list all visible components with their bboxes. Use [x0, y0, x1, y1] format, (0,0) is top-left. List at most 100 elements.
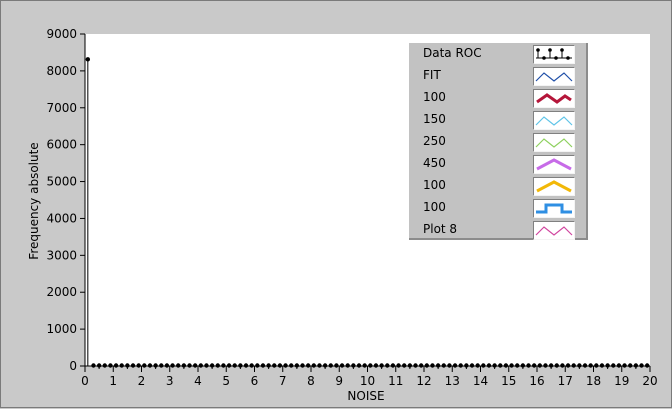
legend-item[interactable]: FIT [409, 65, 584, 87]
data-point [339, 363, 345, 368]
data-point [113, 363, 119, 368]
data-point [356, 363, 362, 368]
data-point [289, 363, 294, 368]
legend-item[interactable]: Data ROC [409, 43, 584, 65]
data-point [272, 363, 277, 368]
x-tick-label: 7 [279, 374, 287, 388]
data-point [582, 363, 588, 368]
data-point [204, 363, 209, 368]
data-point [385, 363, 390, 368]
data-point [424, 363, 430, 368]
data-point [605, 363, 610, 368]
data-point [209, 363, 215, 368]
data-point [543, 363, 548, 368]
x-tick-label: 6 [251, 374, 259, 388]
zigzag-icon[interactable] [533, 133, 575, 152]
data-point [464, 363, 469, 368]
zigzag-icon[interactable] [533, 221, 575, 240]
data-point [176, 363, 181, 368]
legend-item[interactable]: 100 [409, 197, 584, 219]
stem-icon[interactable] [533, 45, 575, 64]
data-point [125, 363, 130, 368]
legend-label: 150 [423, 112, 446, 126]
data-point [136, 363, 141, 368]
data-point [108, 363, 113, 368]
zigzag-icon[interactable] [533, 67, 575, 86]
thick-peak-icon[interactable] [533, 177, 575, 196]
data-point [260, 363, 266, 368]
data-point [362, 363, 367, 368]
data-point [418, 363, 424, 368]
x-tick-label: 4 [194, 374, 202, 388]
legend-item[interactable]: 250 [409, 131, 584, 153]
x-tick-label: 20 [642, 374, 657, 388]
x-tick-label: 13 [445, 374, 460, 388]
data-point [509, 363, 514, 368]
data-point [520, 363, 526, 368]
data-point [577, 363, 582, 368]
data-point [413, 363, 418, 368]
thick-zigzag-icon[interactable] [533, 89, 575, 108]
data-point [390, 363, 396, 368]
data-point [153, 363, 158, 368]
legend-label: Data ROC [423, 46, 482, 60]
y-tick-label: 2000 [46, 285, 77, 299]
zigzag-icon[interactable] [533, 111, 575, 130]
y-tick-label: 7000 [46, 101, 77, 115]
data-point [492, 363, 497, 368]
x-tick-label: 12 [416, 374, 431, 388]
data-point [119, 363, 124, 368]
data-point [311, 363, 317, 368]
data-point [515, 363, 520, 368]
data-point [102, 363, 107, 368]
data-point [560, 363, 565, 368]
legend-item[interactable]: 100 [409, 87, 584, 109]
data-point [407, 363, 413, 368]
data-point [554, 363, 559, 368]
data-point [277, 363, 283, 368]
x-tick-label: 9 [335, 374, 343, 388]
thick-peak-icon[interactable] [533, 155, 575, 174]
data-point [221, 363, 226, 368]
data-point [91, 363, 96, 368]
data-point [373, 363, 379, 368]
data-point [644, 363, 650, 368]
data-point [526, 363, 531, 368]
data-point [198, 363, 204, 368]
data-point [85, 57, 91, 62]
y-tick-label: 1000 [46, 322, 77, 336]
data-point [96, 363, 102, 368]
data-point [142, 363, 147, 368]
data-point [345, 363, 350, 368]
data-point [147, 363, 153, 368]
data-point [164, 363, 170, 368]
data-point [481, 363, 486, 368]
data-point [628, 363, 633, 368]
legend-label: 450 [423, 156, 446, 170]
x-tick-label: 10 [360, 374, 375, 388]
legend-label: 250 [423, 134, 446, 148]
x-tick-label: 15 [501, 374, 516, 388]
legend-item[interactable]: 100 [409, 175, 584, 197]
plot-legend[interactable]: Data ROC FIT 100 150 250 450 100 100 Plot 8 [409, 43, 588, 240]
legend-label: Plot 8 [423, 222, 458, 236]
x-tick-label: 18 [586, 374, 601, 388]
legend-item[interactable]: 450 [409, 153, 584, 175]
data-point [294, 363, 300, 368]
legend-item[interactable]: Plot 8 [409, 219, 584, 241]
data-point [633, 363, 639, 368]
square-step-icon[interactable] [533, 199, 575, 218]
chart-panel: 0 1000 2000 3000 4000 5000 6000 7000 8000 9000 0 1… [0, 0, 672, 408]
x-tick-label: 2 [138, 374, 146, 388]
y-tick-label: 9000 [46, 27, 77, 41]
y-tick-label: 8000 [46, 64, 77, 78]
legend-item[interactable]: 150 [409, 109, 584, 131]
data-point [181, 363, 187, 368]
data-point [441, 363, 446, 368]
data-point [159, 363, 164, 368]
y-axis: 0 1000 2000 3000 4000 5000 6000 7000 8000 9000 [46, 27, 86, 373]
legend-label: 100 [423, 200, 446, 214]
x-axis-label: NOISE [347, 389, 384, 403]
data-point [548, 363, 554, 368]
legend-label: FIT [423, 68, 441, 82]
